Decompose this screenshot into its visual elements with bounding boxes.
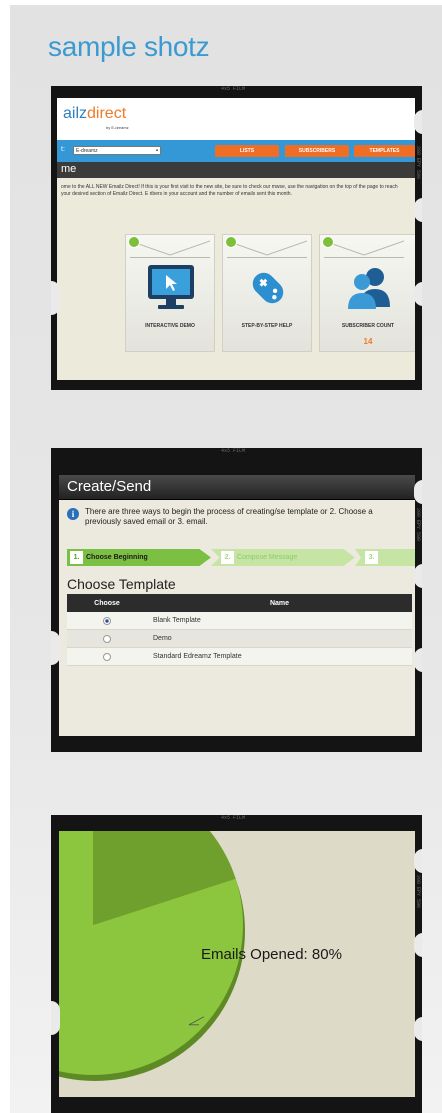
tab-subscribers[interactable]: SUBSCRIBERS — [285, 145, 349, 157]
page-title-bar: me — [57, 162, 415, 178]
table-row[interactable]: Blank Template — [67, 612, 412, 630]
card-label: SUBSCRIBER COUNT — [341, 323, 395, 329]
page-title: Create/Send — [67, 478, 152, 495]
section-heading: Choose Template — [67, 576, 176, 592]
logo-tagline: by E-dreamz — [106, 125, 129, 130]
check-badge-icon — [128, 236, 140, 248]
info-icon: i — [67, 508, 79, 520]
dashboard-body: ome to the ALL NEW Emailz Direct! If thi… — [57, 178, 415, 380]
stats-screen: Emails Opened: 80% — [59, 831, 415, 1097]
dashboard-screen: ailzdirect by E-dreamz t: E-dreamz ▪ LIST… — [57, 98, 415, 380]
envelope-icon — [322, 236, 405, 258]
film-label: 4x5 FILM — [221, 815, 246, 821]
pie-slice-label: Emails Opened: 80% — [201, 946, 342, 963]
film-notch — [414, 933, 422, 957]
film-side-label: 200 EPY 590 — [415, 875, 421, 909]
film-label: 4x5 FILM — [221, 86, 246, 92]
film-notch — [414, 198, 422, 222]
check-badge-icon — [225, 236, 237, 248]
film-label: 4x5 FILM — [221, 448, 246, 454]
template-name: Demo — [147, 629, 412, 648]
screenshot-frame-create-send[interactable]: 4x5 FILM 200 EPY 590 Create/Send i There… — [51, 448, 422, 752]
step-choose-beginning[interactable]: 1. Choose Beginning — [67, 549, 211, 566]
people-icon — [348, 268, 390, 309]
step-three[interactable]: 3. — [355, 549, 415, 566]
film-notch — [414, 1017, 422, 1041]
template-radio[interactable] — [103, 634, 111, 643]
film-notch — [51, 631, 60, 665]
app-logo: ailzdirect — [63, 105, 127, 122]
section-title: sample shotz — [48, 31, 210, 62]
screenshot-frame-stats[interactable]: 4x5 FILM 200 EPY 590 Emails Opened: 80% — [51, 815, 422, 1113]
account-select[interactable]: E-dreamz ▪ — [73, 146, 161, 155]
emails-opened-pie-chart — [59, 831, 245, 1081]
template-name: Standard Edreamz Template — [147, 647, 412, 666]
envelope-icon — [128, 236, 211, 258]
page-title: me — [61, 163, 77, 175]
monitor-icon — [148, 265, 194, 309]
template-radio[interactable] — [103, 616, 111, 625]
film-notch — [414, 849, 422, 873]
top-navigation: t: E-dreamz ▪ LISTS SUBSCRIBERS TEMPLATES — [57, 140, 415, 162]
welcome-text: ome to the ALL NEW Emailz Direct! If thi… — [61, 184, 398, 197]
film-notch — [414, 564, 422, 588]
sample-shots-panel: sample shotz 4x5 FILM 200 EPY 590 ailzdi… — [10, 5, 442, 1113]
app-header: ailzdirect by E-dreamz — [57, 98, 415, 140]
film-notch — [414, 110, 422, 134]
table-row[interactable]: Standard Edreamz Template — [67, 647, 412, 666]
dropdown-arrow-icon: ▪ — [155, 148, 158, 154]
film-notch — [51, 1001, 60, 1035]
card-label: INTERACTIVE DEMO — [145, 323, 195, 329]
column-header: Choose — [67, 594, 147, 612]
instructions-text: There are three ways to begin the proces… — [85, 507, 373, 526]
card-label: STEP-BY-STEP HELP — [241, 323, 293, 329]
page-header: Create/Send — [59, 475, 415, 500]
card-step-by-step-help[interactable]: STEP-BY-STEP HELP — [222, 234, 312, 352]
table-row[interactable]: Demo — [67, 629, 412, 648]
create-send-screen: Create/Send i There are three ways to be… — [59, 475, 415, 736]
tab-lists[interactable]: LISTS — [215, 145, 279, 157]
column-header: Name — [147, 594, 412, 612]
film-notch — [414, 480, 422, 504]
account-label: t: — [61, 146, 65, 153]
film-notch — [51, 281, 60, 315]
card-interactive-demo[interactable]: INTERACTIVE DEMO — [125, 234, 215, 352]
film-notch — [414, 282, 422, 306]
check-badge-icon — [322, 236, 334, 248]
template-name: Blank Template — [147, 612, 412, 630]
film-side-label: 200 EPY 590 — [415, 508, 421, 542]
film-notch — [414, 648, 422, 672]
film-side-label: 200 EPY 590 — [415, 146, 421, 180]
template-radio[interactable] — [103, 652, 111, 661]
tab-templates[interactable]: TEMPLATES — [354, 145, 415, 157]
gamepad-icon — [252, 272, 284, 304]
screenshot-frame-dashboard[interactable]: 4x5 FILM 200 EPY 590 ailzdirect by E-dre… — [51, 86, 422, 390]
subscriber-count-value: 14 — [363, 337, 373, 346]
card-subscriber-count[interactable]: SUBSCRIBER COUNT 14 — [319, 234, 415, 352]
envelope-icon — [225, 236, 308, 258]
step-compose-message[interactable]: 2. Compose Message — [211, 549, 355, 566]
template-table: Choose Name Blank Template Demo Standard… — [67, 594, 412, 666]
